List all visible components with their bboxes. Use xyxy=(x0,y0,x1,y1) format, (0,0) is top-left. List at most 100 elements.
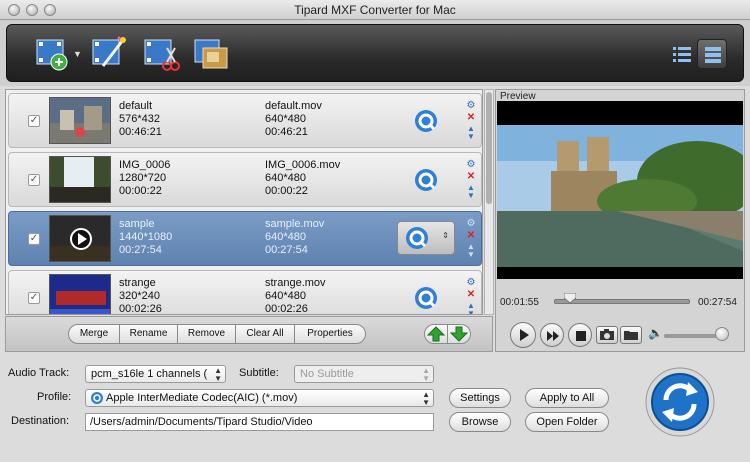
move-down-button[interactable] xyxy=(447,324,471,344)
stop-icon xyxy=(576,331,586,341)
delete-icon[interactable]: ✕ xyxy=(466,231,476,241)
quicktime-format-icon[interactable] xyxy=(413,285,439,311)
settings-gear-icon[interactable]: ⚙ xyxy=(466,160,476,170)
move-up-button[interactable] xyxy=(424,324,448,344)
clear-all-button[interactable]: Clear All xyxy=(235,324,295,344)
apply-to-all-button[interactable]: Apply to All xyxy=(525,388,609,408)
file-thumbnail xyxy=(49,97,111,144)
file-list[interactable]: ✓ default 576*432 00:46:21 default.mov 6… xyxy=(5,89,483,315)
scrollbar-thumb[interactable] xyxy=(486,92,492,204)
open-snapshot-folder-button[interactable] xyxy=(620,326,642,344)
move-down-icon[interactable]: ▼ xyxy=(466,250,476,260)
folder-icon xyxy=(624,331,638,340)
file-duration: 00:00:22 xyxy=(119,185,162,197)
file-name: default xyxy=(119,100,153,112)
output-duration: 00:02:26 xyxy=(265,303,308,315)
quicktime-icon xyxy=(91,392,103,404)
profile-value: Apple InterMediate Codec(AIC) (*.mov) xyxy=(106,392,298,404)
play-button[interactable] xyxy=(510,322,536,348)
file-thumbnail xyxy=(49,274,111,314)
fast-forward-button[interactable] xyxy=(540,323,564,347)
list-view-button[interactable] xyxy=(667,39,697,69)
file-thumbnail xyxy=(49,215,111,262)
properties-button[interactable]: Properties xyxy=(294,324,366,344)
detail-view-button[interactable] xyxy=(697,39,727,69)
add-file-button[interactable] xyxy=(33,34,73,74)
file-resolution: 576*432 xyxy=(119,113,160,125)
merge-button[interactable]: Merge xyxy=(68,324,120,344)
list-view-icon xyxy=(673,47,691,62)
settings-gear-icon[interactable]: ⚙ xyxy=(466,278,476,288)
delete-icon[interactable]: ✕ xyxy=(466,113,476,123)
title-bar: Tipard MXF Converter for Mac xyxy=(0,0,750,20)
file-list-scrollbar[interactable] xyxy=(484,89,494,315)
add-file-dropdown-icon[interactable]: ▼ xyxy=(73,49,82,59)
profile-label: Profile: xyxy=(37,391,72,403)
clip-button[interactable] xyxy=(141,34,181,74)
green-down-arrow-icon xyxy=(449,326,469,342)
output-name: IMG_0006.mov xyxy=(265,159,341,171)
move-down-icon[interactable]: ▼ xyxy=(466,309,476,314)
select-arrows-icon: ▲ ▼ xyxy=(422,366,430,383)
remove-button[interactable]: Remove xyxy=(177,324,236,344)
seek-knob[interactable] xyxy=(564,293,576,303)
current-time: 00:01:55 xyxy=(500,297,539,308)
file-checkbox[interactable]: ✓ xyxy=(28,115,40,127)
settings-button[interactable]: Settings xyxy=(449,388,511,408)
file-name: IMG_0006 xyxy=(119,159,171,171)
select-arrows-icon: ▲ ▼ xyxy=(422,390,430,407)
audio-track-select[interactable]: pcm_s16le 1 channels ( ▲ ▼ xyxy=(85,365,226,383)
file-row[interactable]: ✓ strange 320*240 00:02:26 strange.mov 6… xyxy=(8,270,482,315)
open-folder-button[interactable]: Open Folder xyxy=(525,412,609,432)
file-row[interactable]: ✓ IMG_0006 1280*720 00:00:22 IMG_0006.mo… xyxy=(8,152,482,207)
total-time: 00:27:54 xyxy=(698,297,737,308)
green-up-arrow-icon xyxy=(426,326,446,342)
output-resolution: 640*480 xyxy=(265,231,306,243)
format-dropdown[interactable]: ⇕ xyxy=(397,221,455,255)
convert-refresh-icon xyxy=(645,367,715,437)
file-row-selected[interactable]: ✓ sample 1440*1080 00:27:54 sample.mov 6… xyxy=(8,211,482,266)
file-checkbox[interactable]: ✓ xyxy=(28,233,40,245)
clip-icon xyxy=(144,39,180,71)
file-duration: 00:02:26 xyxy=(119,303,162,315)
volume-knob[interactable] xyxy=(715,327,729,341)
audio-track-label: Audio Track: xyxy=(8,367,70,379)
file-row[interactable]: ✓ default 576*432 00:46:21 default.mov 6… xyxy=(8,93,482,148)
file-checkbox[interactable]: ✓ xyxy=(28,292,40,304)
move-down-icon[interactable]: ▼ xyxy=(466,191,476,201)
settings-gear-icon[interactable]: ⚙ xyxy=(466,101,476,111)
file-checkbox[interactable]: ✓ xyxy=(28,174,40,186)
profile-select[interactable]: Apple InterMediate Codec(AIC) (*.mov) ▲ ▼ xyxy=(85,389,434,407)
output-name: default.mov xyxy=(265,100,322,112)
stop-button[interactable] xyxy=(568,323,592,347)
destination-field[interactable]: /Users/admin/Documents/Tipard Studio/Vid… xyxy=(85,413,434,431)
window-title: Tipard MXF Converter for Mac xyxy=(294,3,456,17)
delete-icon[interactable]: ✕ xyxy=(466,290,476,300)
quicktime-format-icon[interactable] xyxy=(413,167,439,193)
audio-track-value: pcm_s16le 1 channels ( xyxy=(91,368,208,380)
edit-icon xyxy=(92,36,126,67)
file-name: sample xyxy=(119,218,155,230)
move-down-icon[interactable]: ▼ xyxy=(466,132,476,142)
toolbar-area: ▼ xyxy=(0,20,750,86)
output-resolution: 640*480 xyxy=(265,290,306,302)
snapshot-button[interactable] xyxy=(596,326,618,344)
edit-button[interactable] xyxy=(89,34,129,74)
subtitle-select[interactable]: No Subtitle ▲ ▼ xyxy=(294,365,434,383)
merge-button[interactable] xyxy=(191,34,231,74)
rename-button[interactable]: Rename xyxy=(119,324,178,344)
fast-forward-icon xyxy=(547,331,559,341)
list-action-bar: Merge Rename Remove Clear All Properties xyxy=(5,316,493,352)
quicktime-format-icon[interactable] xyxy=(413,108,439,134)
settings-gear-icon[interactable]: ⚙ xyxy=(466,219,476,229)
delete-icon[interactable]: ✕ xyxy=(466,172,476,182)
browse-button[interactable]: Browse xyxy=(449,412,511,432)
stepper-arrows-icon: ⇕ xyxy=(442,231,449,240)
file-name: strange xyxy=(119,277,156,289)
toolbar: ▼ xyxy=(6,24,744,82)
subtitle-value: No Subtitle xyxy=(300,368,354,380)
destination-label: Destination: xyxy=(11,415,70,427)
file-resolution: 1280*720 xyxy=(119,172,167,184)
output-duration: 00:00:22 xyxy=(265,185,308,197)
convert-button[interactable] xyxy=(644,366,716,438)
